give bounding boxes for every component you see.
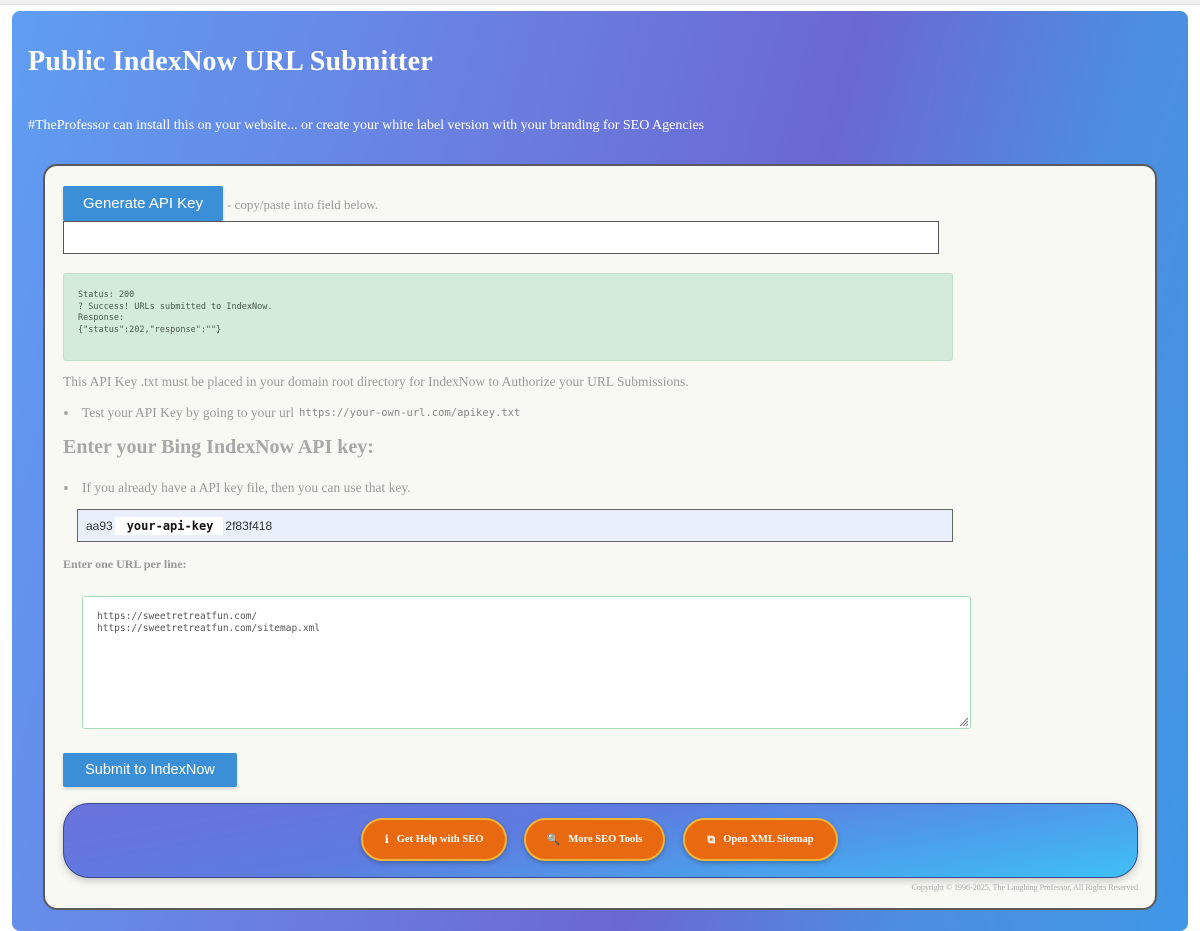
api-key-hint-bullet: If you already have a API key file, then… xyxy=(63,480,411,496)
status-message-box: Status: 200 ? Success! URLs submitted to… xyxy=(63,273,953,361)
open-xml-sitemap-label: Open XML Sitemap xyxy=(723,834,814,845)
open-xml-sitemap-button[interactable]: ⧉ Open XML Sitemap xyxy=(683,818,838,861)
more-seo-tools-button[interactable]: 🔍 More SEO Tools xyxy=(524,818,665,861)
page-title: Public IndexNow URL Submitter xyxy=(28,46,433,77)
search-icon: 🔍 xyxy=(546,833,561,846)
copyright-text: Copyright © 1996-2025, The Laughing Prof… xyxy=(911,883,1138,892)
generate-hint: - copy/paste into field below. xyxy=(227,197,379,212)
url-list-label: Enter one URL per line: xyxy=(63,557,187,571)
placement-note: This API Key .txt must be placed in your… xyxy=(63,374,689,389)
api-key-suffix: 2f83f418 xyxy=(225,518,273,533)
api-key-heading: Enter your Bing IndexNow API key: xyxy=(63,436,374,458)
test-key-bullet: Test your API Key by going to your url h… xyxy=(63,405,520,421)
generate-api-key-button[interactable]: Generate API Key xyxy=(63,186,223,221)
status-line: Response: xyxy=(78,313,125,323)
api-key-input[interactable]: aa93 your-api-key 2f83f418 xyxy=(77,509,953,542)
generated-key-field[interactable] xyxy=(63,221,939,254)
browser-top-edge xyxy=(0,0,1200,5)
url-list-textarea[interactable]: https://sweetretreatfun.com/ https://swe… xyxy=(82,596,971,729)
get-help-label: Get Help with SEO xyxy=(396,834,484,845)
status-line: {"status":202,"response":""} xyxy=(78,324,222,335)
url-line: https://sweetretreatfun.com/ xyxy=(97,611,258,622)
status-line: Status: 200 xyxy=(78,290,135,300)
api-key-hint: If you already have a API key file, then… xyxy=(82,480,411,495)
sitemap-icon: ⧉ xyxy=(707,833,716,846)
page-subtitle: #TheProfessor can install this on your w… xyxy=(28,118,705,133)
test-key-text: Test your API Key by going to your url xyxy=(82,405,295,420)
bullet-icon xyxy=(64,411,68,415)
resize-handle-icon[interactable] xyxy=(959,717,968,726)
more-seo-tools-label: More SEO Tools xyxy=(568,834,643,845)
bullet-icon xyxy=(64,486,68,490)
status-line: ? Success! URLs submitted to IndexNow. xyxy=(78,301,273,312)
info-icon: ℹ xyxy=(384,833,389,846)
submit-indexnow-button[interactable]: Submit to IndexNow xyxy=(63,753,237,787)
url-line: https://sweetretreatfun.com/sitemap.xml xyxy=(97,623,321,634)
api-key-mask: your-api-key xyxy=(114,516,224,535)
test-key-url: https://your-own-url.com/apikey.txt xyxy=(299,407,521,419)
get-help-button[interactable]: ℹ Get Help with SEO xyxy=(361,818,507,861)
api-key-prefix: aa93 xyxy=(86,518,113,533)
